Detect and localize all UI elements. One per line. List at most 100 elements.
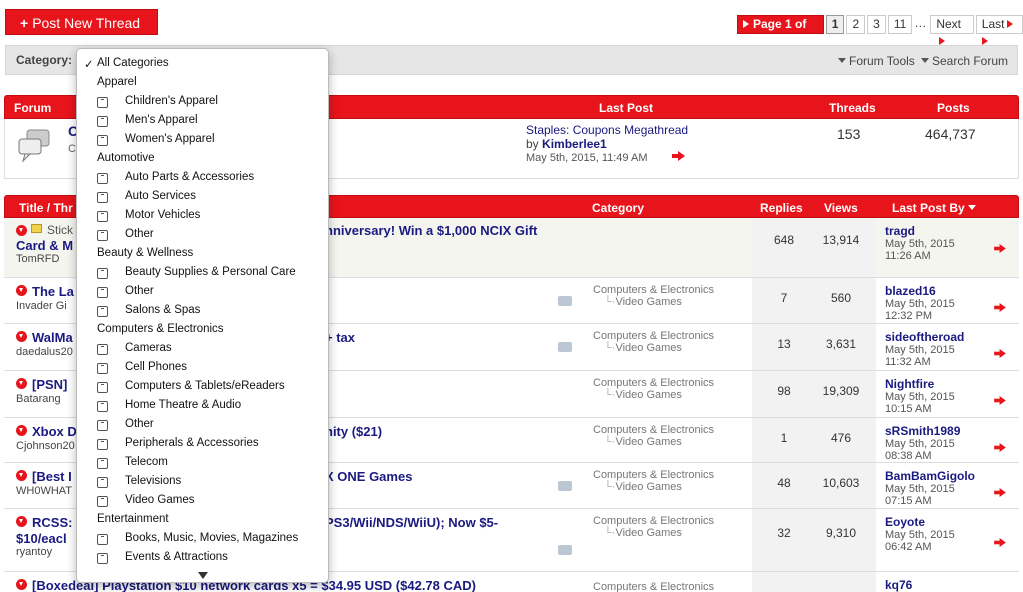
thread-status-icon[interactable] [16, 470, 27, 481]
go-to-last-post-icon[interactable] [994, 349, 1006, 358]
last-post-user-link[interactable]: kq76 [885, 578, 912, 592]
thread-status-icon[interactable] [16, 378, 27, 389]
tag-icon[interactable] [558, 296, 572, 306]
thread-category-link[interactable]: Computers & Electronics [593, 330, 714, 342]
dropdown-option[interactable]: Children's Apparel [125, 95, 218, 107]
category-col-header[interactable]: Category [592, 201, 644, 215]
thread-category-link[interactable]: Computers & Electronics [593, 377, 714, 389]
thread-author[interactable]: Cjohnson20 [16, 440, 75, 452]
dropdown-option[interactable]: Cell Phones [125, 361, 187, 373]
thread-author[interactable]: Batarang [16, 393, 61, 405]
page-1-link[interactable]: 1 [825, 15, 845, 34]
dropdown-option[interactable]: Beauty Supplies & Personal Care [125, 266, 296, 278]
tag-icon[interactable] [558, 481, 572, 491]
dropdown-option[interactable]: Auto Services [125, 190, 196, 202]
search-forum-menu[interactable]: Search Forum [921, 54, 1008, 68]
thread-status-icon[interactable] [16, 579, 27, 590]
thread-subcategory-link[interactable]: └·Video Games [604, 527, 682, 539]
dropdown-group-label[interactable]: Apparel [97, 76, 137, 88]
thread-author[interactable]: daedalus20 [16, 346, 73, 358]
thread-title-link[interactable]: Xbox D [32, 424, 77, 439]
title-col-header[interactable]: Title / Thr [19, 201, 73, 215]
thread-title-link[interactable]: The La [32, 284, 74, 299]
next-page-link[interactable]: Next [930, 15, 974, 45]
thread-subcategory-link[interactable]: └·Video Games [604, 389, 682, 401]
thread-status-icon[interactable] [16, 331, 27, 342]
thread-author[interactable]: Invader Gi [16, 300, 67, 312]
last-post-user-link[interactable]: blazed16 [885, 284, 936, 298]
forum-tools-menu[interactable]: Forum Tools [838, 54, 915, 68]
dropdown-option[interactable]: Cameras [125, 342, 172, 354]
dropdown-option[interactable]: Televisions [125, 475, 181, 487]
thread-subcategory-link[interactable]: └·Video Games [604, 296, 682, 308]
dropdown-option[interactable]: Motor Vehicles [125, 209, 200, 221]
post-new-thread-button[interactable]: + Post New Thread [5, 9, 158, 35]
thread-title-cont[interactable]: X ONE Games [325, 469, 412, 484]
thread-title-link[interactable]: WalMa [32, 330, 73, 345]
thread-status-icon[interactable] [16, 516, 27, 527]
go-to-last-post-icon[interactable] [994, 396, 1006, 405]
last-post-user-link[interactable]: BamBamGigolo [885, 469, 975, 483]
dropdown-option[interactable]: Telecom [125, 456, 168, 468]
dropdown-option[interactable]: Salons & Spas [125, 304, 200, 316]
go-to-last-post-icon[interactable] [994, 303, 1006, 312]
thread-status-icon[interactable] [16, 225, 27, 236]
thread-title-cont[interactable]: nity ($21) [325, 424, 382, 439]
thread-status-icon[interactable] [16, 285, 27, 296]
page-11-link[interactable]: 11 [887, 15, 913, 34]
go-to-last-post-icon[interactable] [994, 443, 1006, 452]
dropdown-option[interactable]: Women's Apparel [125, 133, 215, 145]
last-post-user-link[interactable]: Nightfire [885, 377, 934, 391]
dropdown-option[interactable]: Computers & Tablets/eReaders [125, 380, 285, 392]
thread-category-link[interactable]: Computers & Electronics [593, 424, 714, 436]
thread-category-link[interactable]: Computers & Electronics [593, 284, 714, 296]
page-indicator[interactable]: Page 1 of 51 [737, 15, 824, 48]
dropdown-option[interactable]: Books, Music, Movies, Magazines [125, 532, 298, 544]
thread-title-line2[interactable]: Card & M [16, 238, 73, 253]
thread-category-link[interactable]: Computers & Electronics [593, 581, 714, 592]
thread-author[interactable]: TomRFD [16, 253, 59, 265]
dropdown-option[interactable]: Men's Apparel [125, 114, 198, 126]
dropdown-option[interactable]: Other [125, 285, 154, 297]
thread-title-link[interactable]: RCSS: [32, 515, 72, 530]
thread-title-cont[interactable]: PS3/Wii/NDS/WiiU); Now $5- [325, 515, 498, 530]
dropdown-option[interactable]: Auto Parts & Accessories [125, 171, 254, 183]
last-post-user-link[interactable]: Kimberlee1 [542, 137, 607, 151]
go-to-last-post-icon[interactable] [672, 151, 685, 161]
replies-col-header[interactable]: Replies [760, 201, 803, 215]
thread-title-link[interactable]: nniversary! Win a $1,000 NCIX Gift [325, 223, 537, 238]
dropdown-group-label[interactable]: Computers & Electronics [97, 323, 224, 335]
thread-title-line2[interactable]: $10/eacl [16, 531, 67, 546]
last-post-user-link[interactable]: sideoftheroad [885, 330, 964, 344]
page-3-link[interactable]: 3 [867, 15, 886, 34]
thread-title-cont[interactable]: + tax [325, 330, 355, 345]
dropdown-option-all-categories[interactable]: All Categories [97, 57, 169, 69]
dropdown-option[interactable]: Events & Attractions [125, 551, 228, 563]
last-page-link[interactable]: Last [975, 15, 1023, 45]
last-post-by-col-header[interactable]: Last Post By [892, 201, 979, 215]
last-post-user-link[interactable]: tragd [885, 224, 915, 238]
views-col-header[interactable]: Views [824, 201, 858, 215]
go-to-last-post-icon[interactable] [994, 244, 1006, 253]
category-dropdown-menu[interactable]: ✓ All Categories Apparel Children's Apparel… [76, 48, 329, 583]
dropdown-option[interactable]: Other [125, 418, 154, 430]
dropdown-option[interactable]: Home Theatre & Audio [125, 399, 241, 411]
scroll-down-arrow-icon[interactable] [198, 572, 208, 579]
last-post-user-link[interactable]: Eoyote [885, 515, 925, 529]
thread-subcategory-link[interactable]: └·Video Games [604, 481, 682, 493]
thread-subcategory-link[interactable]: └·Video Games [604, 342, 682, 354]
go-to-last-post-icon[interactable] [994, 488, 1006, 497]
thread-author[interactable]: ryantoy [16, 546, 52, 558]
thread-status-icon[interactable] [16, 425, 27, 436]
thread-category-link[interactable]: Computers & Electronics [593, 469, 714, 481]
dropdown-group-label[interactable]: Automotive [97, 152, 155, 164]
last-post-user-link[interactable]: sRSmith1989 [885, 424, 960, 438]
go-to-last-post-icon[interactable] [994, 538, 1006, 547]
tag-icon[interactable] [558, 545, 572, 555]
dropdown-option[interactable]: Video Games [125, 494, 194, 506]
page-2-link[interactable]: 2 [846, 15, 866, 34]
tag-icon[interactable] [558, 342, 572, 352]
thread-title-link[interactable]: [PSN] [32, 377, 67, 392]
dropdown-group-label[interactable]: Beauty & Wellness [97, 247, 193, 259]
dropdown-option[interactable]: Peripherals & Accessories [125, 437, 259, 449]
